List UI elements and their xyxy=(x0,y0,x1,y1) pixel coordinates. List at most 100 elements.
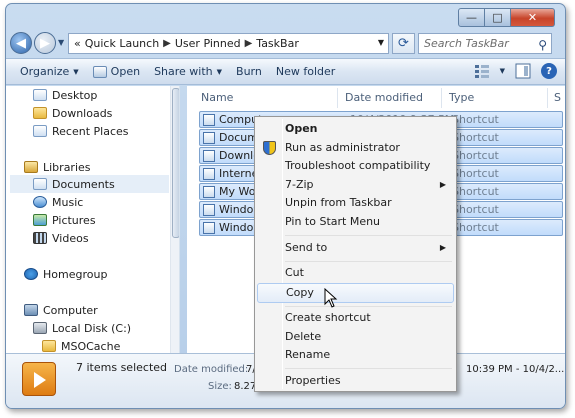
music-library-icon xyxy=(33,196,47,208)
column-header-name[interactable]: Name xyxy=(201,91,233,104)
column-divider[interactable] xyxy=(441,88,442,108)
address-dropdown-icon[interactable]: ▼ xyxy=(378,38,384,47)
nav-item-computer[interactable]: Computer xyxy=(24,301,98,319)
nav-item-local-disk[interactable]: Local Disk (C:) xyxy=(33,319,131,337)
nav-item-label: Homegroup xyxy=(43,267,108,281)
address-overflow-icon[interactable]: « xyxy=(74,37,81,50)
new-folder-button[interactable]: New folder xyxy=(276,65,335,78)
nav-item-label: Desktop xyxy=(52,88,98,102)
nav-item-label: MSOCache xyxy=(61,339,121,353)
organize-button[interactable]: Organize ▼ xyxy=(20,65,79,78)
nav-item-music[interactable]: Music xyxy=(33,193,83,211)
menu-item-rename[interactable]: Rename xyxy=(257,345,454,365)
nav-item-downloads[interactable]: Downloads xyxy=(33,104,112,122)
open-icon xyxy=(92,65,107,78)
address-bar[interactable]: « Quick Launch ▶ User Pinned ▶ TaskBar ▼ xyxy=(68,33,389,54)
nav-item-homegroup[interactable]: Homegroup xyxy=(24,265,107,283)
shortcut-icon xyxy=(203,113,215,126)
preview-pane-icon[interactable] xyxy=(515,63,531,79)
menu-item-label: Cut xyxy=(285,266,304,279)
back-button[interactable]: ◀ xyxy=(10,32,32,54)
file-type: Shortcut xyxy=(452,113,499,126)
forward-button[interactable]: ▶ xyxy=(34,32,56,54)
open-label: Open xyxy=(110,65,141,78)
menu-item-7-zip[interactable]: 7-Zip ▶ xyxy=(257,175,454,195)
nav-item-label: Music xyxy=(52,195,84,209)
chevron-down-icon: ▼ xyxy=(73,67,79,76)
close-button[interactable]: ✕ xyxy=(511,8,555,27)
share-with-button[interactable]: Share with ▼ xyxy=(154,65,222,78)
menu-item-label: Send to xyxy=(285,241,328,254)
nav-item-documents[interactable]: Documents xyxy=(10,175,169,193)
change-view-icon[interactable] xyxy=(474,63,490,79)
downloads-folder-icon xyxy=(33,107,47,119)
burn-button[interactable]: Burn xyxy=(236,65,262,78)
nav-item-label: Local Disk (C:) xyxy=(52,321,132,335)
view-options-chevron-icon[interactable]: ▼ xyxy=(500,67,505,75)
menu-item-properties[interactable]: Properties xyxy=(257,371,454,391)
nav-item-msocache[interactable]: MSOCache xyxy=(42,337,120,353)
help-icon[interactable]: ? xyxy=(541,63,557,79)
documents-library-icon xyxy=(33,178,47,190)
nav-item-recent-places[interactable]: Recent Places xyxy=(33,122,129,140)
menu-item-unpin-from-taskbar[interactable]: Unpin from Taskbar xyxy=(257,193,454,213)
search-placeholder: Search TaskBar xyxy=(424,37,509,50)
menu-item-label: Unpin from Taskbar xyxy=(285,196,392,209)
open-button[interactable]: Open xyxy=(92,65,141,78)
file-type: Shortcut xyxy=(452,149,499,162)
file-type: Shortcut xyxy=(452,221,499,234)
nav-item-libraries[interactable]: Libraries xyxy=(24,158,91,176)
menu-item-label: Run as administrator xyxy=(285,141,400,154)
menu-item-send-to[interactable]: Send to ▶ xyxy=(257,238,454,258)
breadcrumb-separator-icon[interactable]: ▶ xyxy=(245,38,253,49)
nav-item-label: Documents xyxy=(52,177,115,191)
menu-item-label: Properties xyxy=(285,374,341,387)
breadcrumb-taskbar[interactable]: TaskBar xyxy=(256,37,299,50)
menu-item-label: Copy xyxy=(286,286,314,299)
column-divider[interactable] xyxy=(337,88,338,108)
nav-item-pictures[interactable]: Pictures xyxy=(33,211,96,229)
column-header-size[interactable]: S xyxy=(554,91,561,104)
column-divider[interactable] xyxy=(547,88,548,108)
maximize-button[interactable]: □ xyxy=(485,8,511,27)
command-bar: Organize ▼ Open Share with ▼ Burn New fold… xyxy=(6,58,565,85)
column-header-type[interactable]: Type xyxy=(449,91,474,104)
breadcrumb-separator-icon[interactable]: ▶ xyxy=(163,38,171,49)
nav-item-label: Computer xyxy=(43,303,98,317)
nav-scrollbar[interactable] xyxy=(170,86,179,353)
nav-item-desktop[interactable]: Desktop xyxy=(33,86,97,104)
chevron-down-icon: ▼ xyxy=(216,67,223,76)
minimize-button[interactable]: — xyxy=(458,8,485,27)
libraries-icon xyxy=(24,161,38,173)
column-header-date-modified[interactable]: Date modified xyxy=(345,91,423,104)
size-label: Size: xyxy=(208,381,232,392)
file-type: Shortcut xyxy=(452,131,499,144)
nav-scrollbar-thumb[interactable] xyxy=(172,88,179,238)
submenu-arrow-icon: ▶ xyxy=(439,180,446,189)
search-input[interactable]: Search TaskBar ⚲ xyxy=(418,33,552,54)
menu-item-cut[interactable]: Cut xyxy=(257,263,454,283)
date-modified-range-end: 10:39 PM - 10/4/2... xyxy=(466,364,565,375)
caption-buttons: — □ ✕ xyxy=(458,8,555,27)
menu-item-run-as-administrator[interactable]: Run as administrator xyxy=(257,138,454,158)
breadcrumb-quick-launch[interactable]: Quick Launch xyxy=(85,37,159,50)
breadcrumb-user-pinned[interactable]: User Pinned xyxy=(175,37,241,50)
menu-item-delete[interactable]: Delete xyxy=(257,327,454,347)
shortcut-icon xyxy=(203,149,215,162)
menu-item-pin-to-start-menu[interactable]: Pin to Start Menu xyxy=(257,212,454,232)
refresh-button[interactable]: ⟳ xyxy=(392,33,415,54)
menu-item-troubleshoot-compatibility[interactable]: Troubleshoot compatibility xyxy=(257,156,454,176)
recent-pages-arrow-icon[interactable]: ▼ xyxy=(58,38,64,47)
menu-item-copy[interactable]: Copy xyxy=(257,283,454,303)
file-type: Shortcut xyxy=(452,167,499,180)
menu-item-label: Open xyxy=(285,122,318,135)
msocache-folder-icon xyxy=(42,340,56,352)
local-disk-icon xyxy=(33,322,47,334)
organize-label: Organize xyxy=(20,65,70,78)
menu-item-create-shortcut[interactable]: Create shortcut xyxy=(257,308,454,328)
search-icon[interactable]: ⚲ xyxy=(538,36,547,55)
menu-item-open[interactable]: Open xyxy=(257,119,454,139)
nav-item-videos[interactable]: Videos xyxy=(33,229,89,247)
address-row: ◀ ▶ ▼ « Quick Launch ▶ User Pinned ▶ Tas… xyxy=(6,31,565,57)
menu-item-label: Delete xyxy=(285,330,322,343)
